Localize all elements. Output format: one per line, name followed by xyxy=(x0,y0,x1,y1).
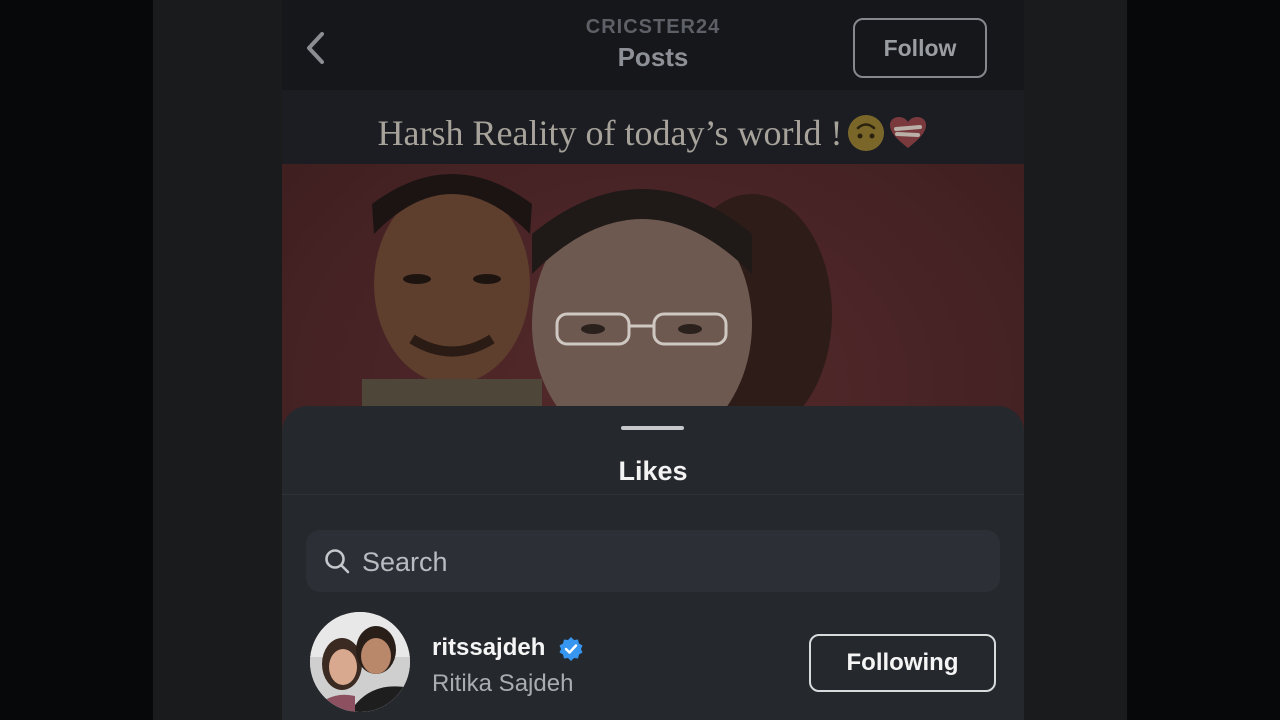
back-button[interactable] xyxy=(300,26,336,70)
full-name: Ritika Sajdeh xyxy=(432,670,574,697)
right-letterbox xyxy=(1127,0,1280,720)
mending-heart-icon xyxy=(888,115,928,160)
page-title: Posts xyxy=(617,42,689,72)
search-icon xyxy=(325,549,350,574)
left-letterbox xyxy=(0,0,153,720)
likes-sheet: Likes ritssajdeh Ritika Sajde xyxy=(282,406,1024,720)
search-box[interactable] xyxy=(306,530,1000,594)
post-caption: Harsh Reality of today’s world ! xyxy=(282,112,1024,160)
sheet-divider xyxy=(282,494,1024,495)
list-item[interactable]: ritssajdeh Ritika Sajdeh Following xyxy=(282,612,1024,720)
avatar-photo xyxy=(310,612,410,712)
search-input[interactable] xyxy=(360,530,984,594)
post-caption-text: Harsh Reality of today’s world ! xyxy=(377,113,843,153)
follow-button[interactable]: Follow xyxy=(853,18,987,78)
following-button[interactable]: Following xyxy=(809,634,996,692)
avatar[interactable] xyxy=(310,612,410,712)
verified-badge-icon xyxy=(559,637,583,661)
caption-band: Harsh Reality of today’s world ! xyxy=(282,90,1024,164)
account-name: CRICSTER24 xyxy=(585,16,721,38)
sheet-drag-handle[interactable] xyxy=(621,426,684,430)
chevron-left-icon xyxy=(307,32,324,64)
username[interactable]: ritssajdeh xyxy=(432,634,545,662)
sheet-title: Likes xyxy=(618,456,688,486)
upside-down-face-icon xyxy=(848,115,885,151)
